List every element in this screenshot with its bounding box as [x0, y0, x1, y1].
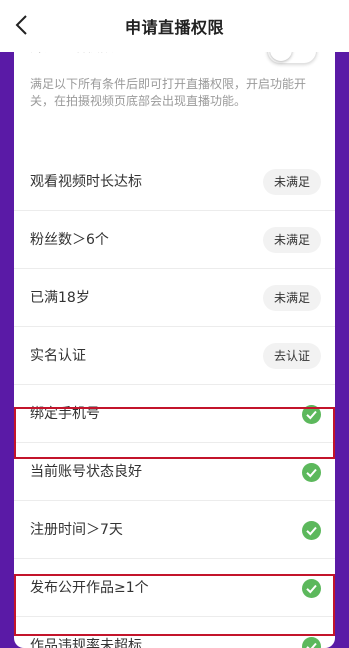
- condition-row-public-works: 发布公开作品≥1个: [14, 559, 335, 617]
- verify-button[interactable]: 去认证: [262, 343, 321, 369]
- chevron-left-icon: [15, 15, 27, 35]
- condition-label: 发布公开作品≥1个: [30, 580, 149, 596]
- condition-row-violation-rate: 作品违规率未超标: [14, 617, 335, 648]
- condition-label: 作品违规率未超标: [30, 638, 142, 648]
- status-pill-unmet[interactable]: 未满足: [262, 169, 321, 195]
- check-icon: [302, 637, 321, 648]
- condition-row-age: 已满18岁 未满足: [14, 269, 335, 327]
- status-pill-unmet[interactable]: 未满足: [262, 285, 321, 311]
- check-icon: [302, 521, 321, 540]
- status-pill-unmet[interactable]: 未满足: [262, 227, 321, 253]
- check-icon: [302, 463, 321, 482]
- page-title: 申请直播权限: [124, 18, 224, 37]
- permission-description: 满足以下所有条件后即可打开直播权限，开启功能开关，在拍摄视频页底部会出现直播功能…: [30, 77, 307, 108]
- condition-label: 观看视频时长达标: [30, 174, 142, 190]
- condition-row-registration: 注册时间＞7天: [14, 501, 335, 559]
- condition-row-account-status: 当前账号状态良好: [14, 443, 335, 501]
- condition-label: 绑定手机号: [30, 406, 100, 422]
- condition-row-followers: 粉丝数＞6个 未满足: [14, 211, 335, 269]
- condition-row-real-name: 实名认证 去认证: [14, 327, 335, 385]
- back-button[interactable]: [6, 10, 36, 40]
- condition-row-phone: 绑定手机号: [14, 385, 335, 443]
- condition-row-watch-time: 观看视频时长达标 未满足: [14, 153, 335, 211]
- condition-label: 注册时间＞7天: [30, 522, 123, 538]
- top-nav-bar: 申请直播权限: [0, 0, 349, 52]
- check-icon: [302, 579, 321, 598]
- condition-label: 实名认证: [30, 348, 86, 364]
- condition-label: 粉丝数＞6个: [30, 232, 109, 248]
- condition-label: 当前账号状态良好: [30, 464, 142, 480]
- condition-label: 已满18岁: [30, 290, 90, 306]
- permission-card: 开通直播权限 满足以下所有条件后即可打开直播权限，开启功能开关，在拍摄视频页底部…: [14, 38, 335, 648]
- check-icon: [302, 405, 321, 424]
